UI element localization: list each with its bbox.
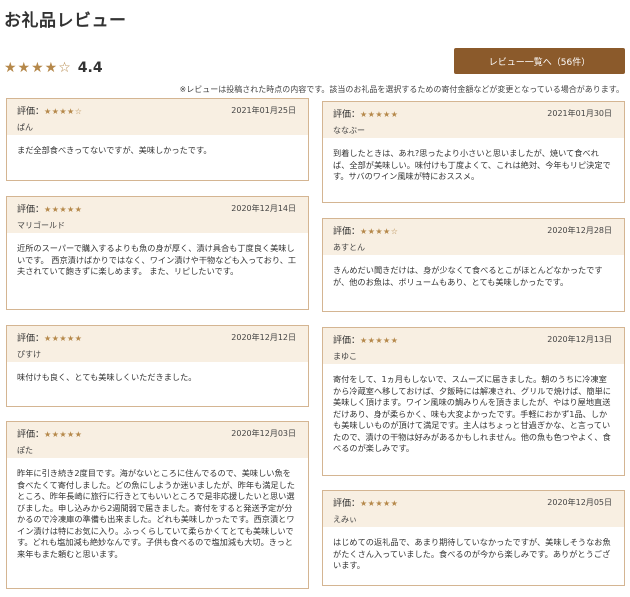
reviewer-name: ぱん: [17, 123, 33, 132]
rating-stars-icon: ★★★★★: [44, 430, 83, 439]
rating-label: 評価：: [333, 110, 361, 120]
review-date: 2020年12月12日: [231, 333, 296, 342]
review-date: 2020年12月03日: [231, 429, 296, 438]
review-card: 評価：★★★★★ 2020年12月05日 えみぃ はじめての返礼品で、あまり期待…: [322, 490, 625, 586]
review-card: 評価：★★★★☆ 2021年01月25日 ぱん まだ全部食べきってないですが、美…: [6, 98, 309, 181]
reviewer-name: まゆこ: [333, 352, 357, 361]
review-text: 近所のスーパーで購入するよりも魚の身が厚く、漬け具合も丁度良く美味しいです。 西…: [17, 243, 297, 276]
review-text: まだ全部食べきってないですが、美味しかったです。: [17, 145, 212, 155]
rating-label: 評価：: [333, 227, 361, 237]
review-date: 2020年12月28日: [547, 226, 612, 235]
review-header: 評価：★★★★☆ 2021年01月25日 ぱん: [7, 99, 308, 135]
rating-stars-icon: ★★★★☆: [360, 227, 399, 236]
review-text: 味付けも良く、とても美味しくいただきました。: [17, 372, 197, 382]
review-notice: ※レビューは投稿された時点の内容です。該当のお礼品を選択するための寄付金額などが…: [179, 85, 624, 94]
rating-label: 評価：: [17, 205, 45, 215]
reviewer-name: あすとん: [333, 243, 365, 252]
rating-summary: ★★★★☆ 4.4: [4, 60, 103, 76]
rating-stars-icon: ★★★★☆: [44, 107, 83, 116]
review-header: 評価：★★★★★ 2021年01月30日 ななぶー: [323, 102, 624, 138]
review-header: 評価：★★★★☆ 2020年12月28日 あすとん: [323, 219, 624, 255]
rating-label: 評価：: [17, 107, 45, 117]
review-date: 2021年01月30日: [547, 109, 612, 118]
review-header: 評価：★★★★★ 2020年12月13日 まゆこ: [323, 328, 624, 364]
review-text: 寄付をして、1ヵ月もしないで、スムーズに届きました。朝のうちに冷凍室から冷蔵室へ…: [333, 374, 611, 453]
average-rating: 4.4: [77, 60, 103, 76]
review-card: 評価：★★★★★ 2020年12月13日 まゆこ 寄付をして、1ヵ月もしないで、…: [322, 327, 625, 476]
page-title: お礼品レビュー: [4, 11, 127, 31]
review-date: 2020年12月14日: [231, 204, 296, 213]
reviewer-name: ぴすけ: [17, 350, 41, 359]
rating-label: 評価：: [17, 334, 45, 344]
review-header: 評価：★★★★★ 2020年12月03日 ぽた: [7, 422, 308, 458]
rating-stars-icon: ★★★★★: [360, 499, 399, 508]
review-date: 2020年12月13日: [547, 335, 612, 344]
review-text: はじめての返礼品で、あまり期待していなかったですが、美味しそうなお魚がたくさん入…: [333, 537, 611, 570]
reviewer-name: えみぃ: [333, 515, 357, 524]
rating-label: 評価：: [333, 336, 361, 346]
review-header: 評価：★★★★★ 2020年12月12日 ぴすけ: [7, 326, 308, 362]
review-text: きんめだい聞きだけは、身が少なくて食べるとこがほとんどなかったですが、他のお魚は…: [333, 265, 603, 287]
review-text: 到着したときは、あれ?思ったより小さいと思いましたが、焼いて食べれば、全部が美味…: [333, 148, 611, 181]
reviewer-name: ななぶー: [333, 126, 365, 135]
reviewer-name: ぽた: [17, 446, 33, 455]
review-card: 評価：★★★★★ 2020年12月14日 マリゴールド 近所のスーパーで購入する…: [6, 196, 309, 310]
rating-stars-icon: ★★★★★: [44, 334, 83, 343]
rating-stars-icon: ★★★★★: [360, 336, 399, 345]
review-card: 評価：★★★★★ 2020年12月03日 ぽた 昨年に引き続き2度目です。海がな…: [6, 421, 309, 589]
reviewer-name: マリゴールド: [17, 221, 65, 230]
rating-label: 評価：: [17, 430, 45, 440]
average-stars-icon: ★★★★☆: [4, 60, 72, 76]
rating-stars-icon: ★★★★★: [44, 205, 83, 214]
review-card: 評価：★★★★☆ 2020年12月28日 あすとん きんめだい聞きだけは、身が少…: [322, 218, 625, 312]
rating-stars-icon: ★★★★★: [360, 110, 399, 119]
review-card: 評価：★★★★★ 2020年12月12日 ぴすけ 味付けも良く、とても美味しくい…: [6, 325, 309, 407]
review-header: 評価：★★★★★ 2020年12月05日 えみぃ: [323, 491, 624, 527]
review-date: 2020年12月05日: [547, 498, 612, 507]
review-header: 評価：★★★★★ 2020年12月14日 マリゴールド: [7, 197, 308, 233]
review-list-button[interactable]: レビュー一覧へ（56件）: [454, 48, 625, 74]
review-card: 評価：★★★★★ 2021年01月30日 ななぶー 到着したときは、あれ?思った…: [322, 101, 625, 203]
rating-label: 評価：: [333, 499, 361, 509]
review-text: 昨年に引き続き2度目です。海がないところに住んでるので、美味しい魚を食べたくて寄…: [17, 468, 295, 559]
review-date: 2021年01月25日: [231, 106, 296, 115]
